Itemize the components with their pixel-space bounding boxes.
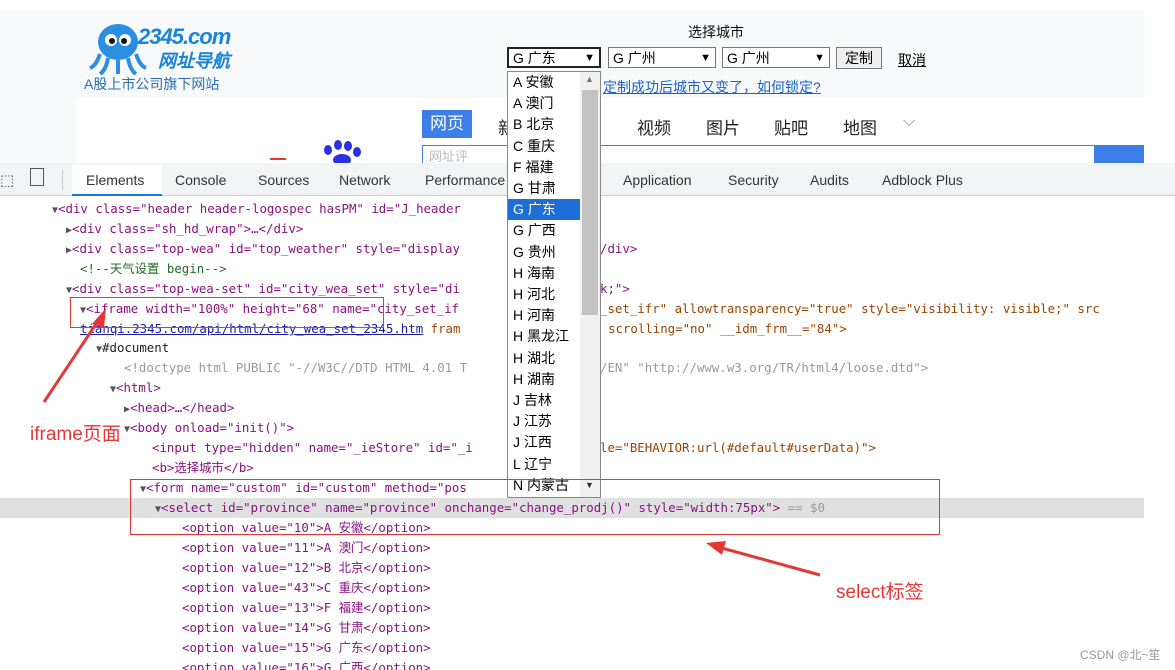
scroll-up-icon[interactable]: ▲ xyxy=(585,74,594,84)
tab-audits[interactable]: Audits xyxy=(810,172,849,188)
dom-doctype[interactable]: <!doctype html PUBLIC "-//W3C//DTD HTML … xyxy=(124,358,467,378)
cancel-link[interactable]: 取消 xyxy=(898,50,926,70)
dom-option[interactable]: <option value="13">F 福建</option> xyxy=(182,598,431,618)
tab-elements[interactable]: Elements xyxy=(86,172,144,188)
dom-option[interactable]: <option value="16">G 广西</option> xyxy=(182,658,431,670)
dom-comment-weather[interactable]: <!--天气设置 begin--> xyxy=(80,259,227,279)
dom-node-sh-hd-wrap[interactable]: ▶<div class="sh_hd_wrap">…</div> xyxy=(66,219,303,239)
chevron-down-icon: ▼ xyxy=(700,52,711,64)
dropdown-option[interactable]: C 重庆 xyxy=(508,136,580,157)
site-tagline: A股上市公司旗下网站 xyxy=(84,76,220,92)
province-select-value: G 广东 xyxy=(513,50,556,66)
select-annotation: select标签 xyxy=(836,582,924,603)
red-mark xyxy=(270,158,286,160)
tab-video[interactable]: 视频 xyxy=(637,114,671,139)
dropdown-option[interactable]: H 河南 xyxy=(508,305,580,326)
tab-performance[interactable]: Performance xyxy=(425,172,505,188)
dom-node-top-wea[interactable]: ▶<div class="top-wea" id="top_weather" s… xyxy=(66,239,460,259)
district-select[interactable]: G 广州 ▼ xyxy=(722,47,830,68)
dropdown-scroll-thumb[interactable] xyxy=(582,90,598,315)
dropdown-option[interactable]: A 澳门 xyxy=(508,93,580,114)
district-select-value: G 广州 xyxy=(727,50,770,66)
dom-node-iframe-tail: _set_ifr" allowtransparency="true" style… xyxy=(600,301,1100,316)
chevron-down-icon: ▼ xyxy=(814,52,825,64)
dom-doctype-tail: /EN" "http://www.w3.org/TR/html4/loose.d… xyxy=(600,360,929,375)
dropdown-option[interactable]: H 海南 xyxy=(508,263,580,284)
dropdown-option[interactable]: H 湖南 xyxy=(508,369,580,390)
dom-node-top-wea-set-tail: k;"> xyxy=(600,281,630,296)
dom-option[interactable]: <option value="14">G 甘肃</option> xyxy=(182,618,431,638)
tab-security[interactable]: Security xyxy=(728,172,779,188)
logo-subtitle: 网址导航 xyxy=(158,51,230,71)
dom-option[interactable]: <option value="11">A 澳门</option> xyxy=(182,538,431,558)
dom-node-input-tail: le="BEHAVIOR:url(#default#userData)"> xyxy=(600,440,877,455)
dom-node-top-wea-tail: /div> xyxy=(600,241,638,256)
search-button[interactable] xyxy=(1094,145,1144,163)
dropdown-option[interactable]: G 贵州 xyxy=(508,242,580,263)
tab-application[interactable]: Application xyxy=(623,172,692,188)
select-arrow-icon xyxy=(706,541,821,577)
dropdown-option[interactable]: L 辽宁 xyxy=(508,454,580,475)
page-right-edge xyxy=(1144,0,1175,163)
iframe-annotation: iframe页面 xyxy=(30,424,121,445)
page-top-strip xyxy=(0,0,1144,10)
dom-node-head[interactable]: ▶<head>…</head> xyxy=(124,398,234,418)
iframe-arrow-icon xyxy=(42,308,106,403)
dom-node-header[interactable]: ▼<div class="header header-logospec hasP… xyxy=(52,199,461,219)
chevron-down-icon: ▼ xyxy=(584,52,595,64)
province-select[interactable]: G 广东 ▼ xyxy=(507,47,601,68)
city-select[interactable]: G 广州 ▼ xyxy=(608,47,716,68)
dropdown-option[interactable]: G 甘肃 xyxy=(508,178,580,199)
tab-sources[interactable]: Sources xyxy=(258,172,309,188)
dropdown-option[interactable]: H 黑龙江 xyxy=(508,326,580,347)
tab-network[interactable]: Network xyxy=(339,172,390,188)
tab-web[interactable]: 网页 xyxy=(422,110,472,138)
tab-console[interactable]: Console xyxy=(175,172,226,188)
dropdown-option[interactable]: G 广东 xyxy=(508,199,580,221)
select-highlight-box xyxy=(130,479,940,535)
lock-city-notice-link[interactable]: 定制成功后城市又变了，如何锁定? xyxy=(603,77,821,97)
dom-node-input-hidden[interactable]: <input type="hidden" name="_ieStore" id=… xyxy=(152,438,473,458)
tab-adblock-plus[interactable]: Adblock Plus xyxy=(882,172,963,188)
dom-option[interactable]: <option value="43">C 重庆</option> xyxy=(182,578,431,598)
dropdown-option[interactable]: J 江西 xyxy=(508,432,580,453)
dropdown-option[interactable]: A 安徽 xyxy=(508,72,580,93)
toolbar-divider xyxy=(62,170,63,190)
dropdown-option[interactable]: J 吉林 xyxy=(508,390,580,411)
tab-tieba[interactable]: 贴吧 xyxy=(774,114,808,139)
dropdown-option[interactable]: F 福建 xyxy=(508,157,580,178)
city-select-title: 选择城市 xyxy=(688,24,744,40)
city-select-value: G 广州 xyxy=(613,50,656,66)
device-toolbar-icon[interactable] xyxy=(30,168,44,186)
dropdown-option[interactable]: H 河北 xyxy=(508,284,580,305)
dom-option[interactable]: <option value="15">G 广东</option> xyxy=(182,638,431,658)
tab-map[interactable]: 地图 xyxy=(843,114,877,139)
watermark: CSDN @北~笙 xyxy=(1080,648,1161,662)
dropdown-option[interactable]: B 北京 xyxy=(508,114,580,135)
dom-node-b[interactable]: <b>选择城市</b> xyxy=(152,458,254,478)
inspect-element-icon[interactable]: ⬚ xyxy=(0,171,14,189)
dropdown-option[interactable]: J 江苏 xyxy=(508,411,580,432)
baidu-paw-icon xyxy=(324,140,361,163)
more-chevron-icon[interactable]: ⌵ xyxy=(903,113,915,131)
tab-images[interactable]: 图片 xyxy=(706,114,740,139)
dropdown-option[interactable]: H 湖北 xyxy=(508,348,580,369)
set-button[interactable]: 定制 xyxy=(836,47,882,69)
dom-node-body[interactable]: ▼<body onload="init()"> xyxy=(124,418,294,438)
dropdown-option[interactable]: G 广西 xyxy=(508,220,580,241)
dom-node-top-wea-set[interactable]: ▼<div class="top-wea-set" id="city_wea_s… xyxy=(66,279,460,299)
dom-option[interactable]: <option value="12">B 北京</option> xyxy=(182,558,431,578)
dom-iframe-attrs: scrolling="no" __idm_frm__="84"> xyxy=(608,321,847,336)
